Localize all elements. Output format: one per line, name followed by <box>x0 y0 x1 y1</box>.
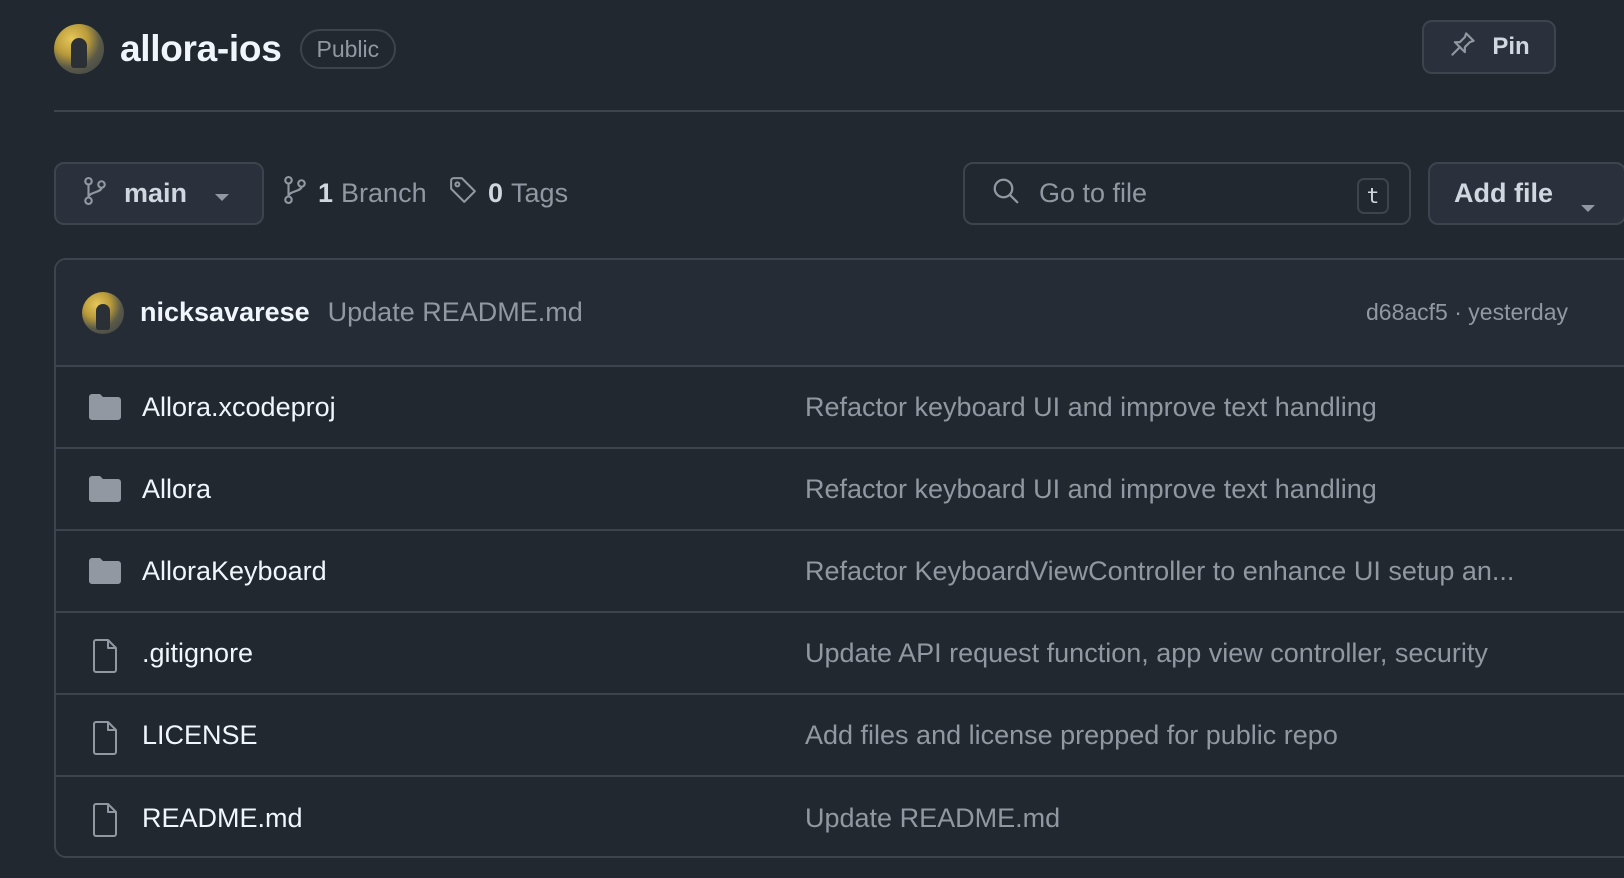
file-icon <box>88 721 124 755</box>
file-icon <box>88 803 124 837</box>
repo-toolbar: main 1 Branch 0 Tags Go to file t Add fi… <box>54 162 1624 225</box>
go-to-file-search[interactable]: t <box>963 162 1411 225</box>
table-row[interactable]: Allora.xcodeproj Refactor keyboard UI an… <box>56 367 1624 449</box>
file-name[interactable]: .gitignore <box>142 638 253 669</box>
commit-meta[interactable]: d68acf5 · yesterday <box>1366 260 1568 365</box>
pin-label: Pin <box>1492 33 1530 60</box>
branch-select-button[interactable]: main <box>54 162 264 225</box>
visibility-badge: Public <box>299 29 397 69</box>
triangle-down-icon <box>214 190 230 208</box>
owner-avatar[interactable] <box>54 24 104 74</box>
commit-message[interactable]: Update README.md <box>328 297 583 328</box>
table-row[interactable]: AlloraKeyboard Refactor KeyboardViewCont… <box>56 531 1624 613</box>
keyboard-shortcut-hint: t <box>1357 178 1389 214</box>
branch-select-label: main <box>124 178 188 208</box>
search-icon <box>991 176 1021 211</box>
folder-icon <box>88 475 124 507</box>
file-name[interactable]: AlloraKeyboard <box>142 556 327 587</box>
tag-label: Tags <box>511 178 569 208</box>
branch-label: Branch <box>341 178 427 208</box>
file-commit-message[interactable]: Update API request function, app view co… <box>805 638 1615 669</box>
table-row[interactable]: .gitignore Update API request function, … <box>56 613 1624 695</box>
file-commit-message[interactable]: Refactor KeyboardViewController to enhan… <box>805 556 1615 587</box>
pin-icon <box>1448 29 1478 66</box>
repo-name[interactable]: allora-ios <box>120 28 282 70</box>
header-divider <box>54 110 1624 112</box>
table-row[interactable]: README.md Update README.md <box>56 777 1624 856</box>
file-commit-message[interactable]: Refactor keyboard UI and improve text ha… <box>805 392 1615 423</box>
folder-icon <box>88 393 124 425</box>
table-row[interactable]: LICENSE Add files and license prepped fo… <box>56 695 1624 777</box>
branch-count: 1 <box>318 178 334 208</box>
file-commit-message[interactable]: Update README.md <box>805 803 1615 834</box>
git-branch-icon <box>282 175 308 212</box>
commit-author[interactable]: nicksavarese <box>140 297 310 328</box>
tag-icon <box>448 175 478 212</box>
branches-link[interactable]: 1 Branch <box>282 162 427 225</box>
table-row[interactable]: Allora Refactor keyboard UI and improve … <box>56 449 1624 531</box>
file-name[interactable]: LICENSE <box>142 720 258 751</box>
search-input[interactable] <box>1039 178 1339 209</box>
tags-link[interactable]: 0 Tags <box>448 162 568 225</box>
file-commit-message[interactable]: Refactor keyboard UI and improve text ha… <box>805 474 1615 505</box>
file-name[interactable]: README.md <box>142 803 303 834</box>
latest-commit-bar: nicksavarese Update README.md d68acf5 · … <box>56 260 1624 367</box>
tag-count: 0 <box>488 178 504 208</box>
file-name[interactable]: Allora <box>142 474 211 505</box>
pin-button[interactable]: Pin <box>1422 20 1556 74</box>
file-table: nicksavarese Update README.md d68acf5 · … <box>54 258 1624 858</box>
file-icon <box>88 639 124 673</box>
repo-header: allora-ios Public Pin <box>54 20 1624 74</box>
commit-author-avatar[interactable] <box>82 291 124 334</box>
triangle-down-icon <box>1580 190 1596 221</box>
add-file-button[interactable]: Add file <box>1428 162 1624 225</box>
repo-page: allora-ios Public Pin main 1 Branch 0 Ta… <box>0 0 1624 878</box>
add-file-label: Add file <box>1454 178 1553 208</box>
file-commit-message[interactable]: Add files and license prepped for public… <box>805 720 1615 751</box>
folder-icon <box>88 557 124 589</box>
file-name[interactable]: Allora.xcodeproj <box>142 392 336 423</box>
git-branch-icon <box>82 176 108 211</box>
